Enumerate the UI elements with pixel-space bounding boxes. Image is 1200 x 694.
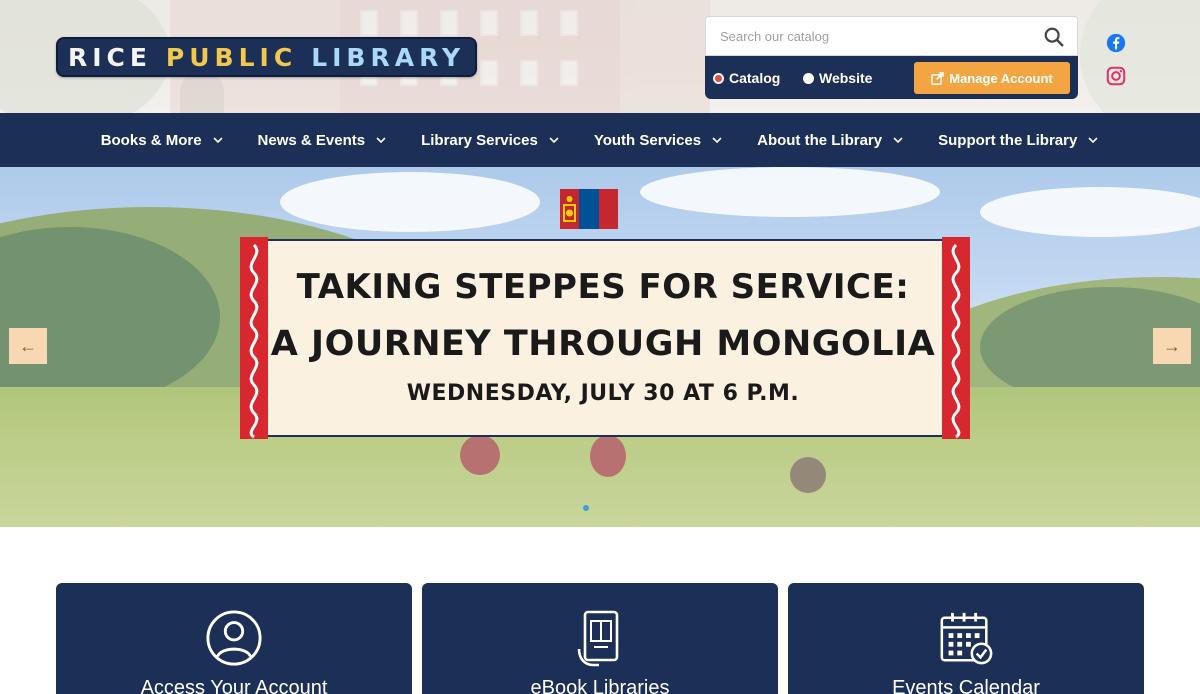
arrow-left-icon: ←	[19, 335, 37, 356]
chevron-down-icon	[1088, 137, 1098, 144]
event-title-line-2: A JOURNEY THROUGH MONGOLIA	[270, 324, 936, 364]
quick-link-label: Access Your Account	[140, 677, 328, 694]
main-navigation: Books & More News & Events Library Servi…	[0, 113, 1200, 167]
site-header: RICE PUBLIC LIBRARY Catalog Website Mana…	[0, 0, 1200, 113]
chevron-down-icon	[376, 137, 386, 144]
quick-link-ebook-libraries[interactable]: eBook Libraries	[422, 583, 778, 694]
chevron-down-icon	[212, 137, 223, 144]
scope-radio-catalog[interactable]: Catalog	[713, 70, 780, 86]
nav-label: Library Services	[421, 131, 538, 149]
quick-links: Access Your Account eBook Libraries Even…	[0, 527, 1200, 694]
carousel-indicator-dot[interactable]	[583, 505, 589, 511]
scope-radio-website[interactable]: Website	[803, 70, 872, 86]
scope-label-catalog: Catalog	[729, 70, 781, 86]
nav-label: Youth Services	[593, 131, 702, 149]
chevron-down-icon	[712, 137, 722, 144]
search-icon[interactable]	[1043, 26, 1065, 48]
quick-link-events-calendar[interactable]: Events Calendar	[788, 583, 1144, 694]
nav-support-the-library[interactable]: Support the Library	[921, 113, 1116, 167]
user-circle-icon	[206, 610, 262, 666]
calendar-check-icon	[940, 612, 993, 665]
mongolian-flag	[560, 189, 618, 229]
carousel-next-button[interactable]: →	[1153, 328, 1191, 364]
hero-carousel: TAKING STEPPES FOR SERVICE: A JOURNEY TH…	[0, 167, 1200, 527]
quick-link-label: Events Calendar	[892, 677, 1040, 694]
scope-label-website: Website	[819, 70, 873, 86]
chevron-down-icon	[893, 137, 903, 144]
nav-library-services[interactable]: Library Services	[404, 113, 577, 167]
logo-word-public: PUBLIC	[165, 42, 298, 72]
instagram-icon[interactable]	[1105, 65, 1127, 87]
logo-word-rice: RICE	[67, 42, 152, 72]
nav-books-and-more[interactable]: Books & More	[84, 113, 241, 167]
event-title-line-1: TAKING STEPPES FOR SERVICE:	[296, 267, 910, 307]
manage-account-label: Manage Account	[949, 70, 1053, 86]
external-edit-icon	[931, 71, 945, 85]
quick-link-access-account[interactable]: Access Your Account	[56, 583, 412, 694]
carousel-prev-button[interactable]: ←	[9, 328, 47, 364]
nav-youth-services[interactable]: Youth Services	[577, 113, 740, 167]
radio-selected-indicator	[713, 72, 724, 84]
nav-label: News & Events	[257, 131, 366, 149]
nav-label: Support the Library	[938, 131, 1078, 149]
chevron-down-icon	[549, 137, 559, 144]
manage-account-button[interactable]: Manage Account	[914, 62, 1070, 94]
event-date: WEDNESDAY, JULY 30 AT 6 P.M.	[406, 381, 800, 406]
library-logo[interactable]: RICE PUBLIC LIBRARY	[56, 37, 477, 77]
nav-news-and-events[interactable]: News & Events	[241, 113, 405, 167]
arrow-right-icon: →	[1163, 335, 1181, 356]
radio-unselected-indicator	[803, 72, 814, 84]
nav-label: Books & More	[100, 131, 202, 149]
facebook-icon[interactable]	[1105, 32, 1127, 54]
tablet-book-icon	[577, 610, 619, 667]
nav-about-the-library[interactable]: About the Library	[740, 113, 921, 167]
quick-link-label: eBook Libraries	[530, 677, 670, 694]
search-input[interactable]	[705, 16, 1078, 56]
logo-word-library: LIBRARY	[311, 42, 466, 72]
event-banner[interactable]: TAKING STEPPES FOR SERVICE: A JOURNEY TH…	[240, 237, 970, 439]
nav-label: About the Library	[757, 131, 883, 149]
